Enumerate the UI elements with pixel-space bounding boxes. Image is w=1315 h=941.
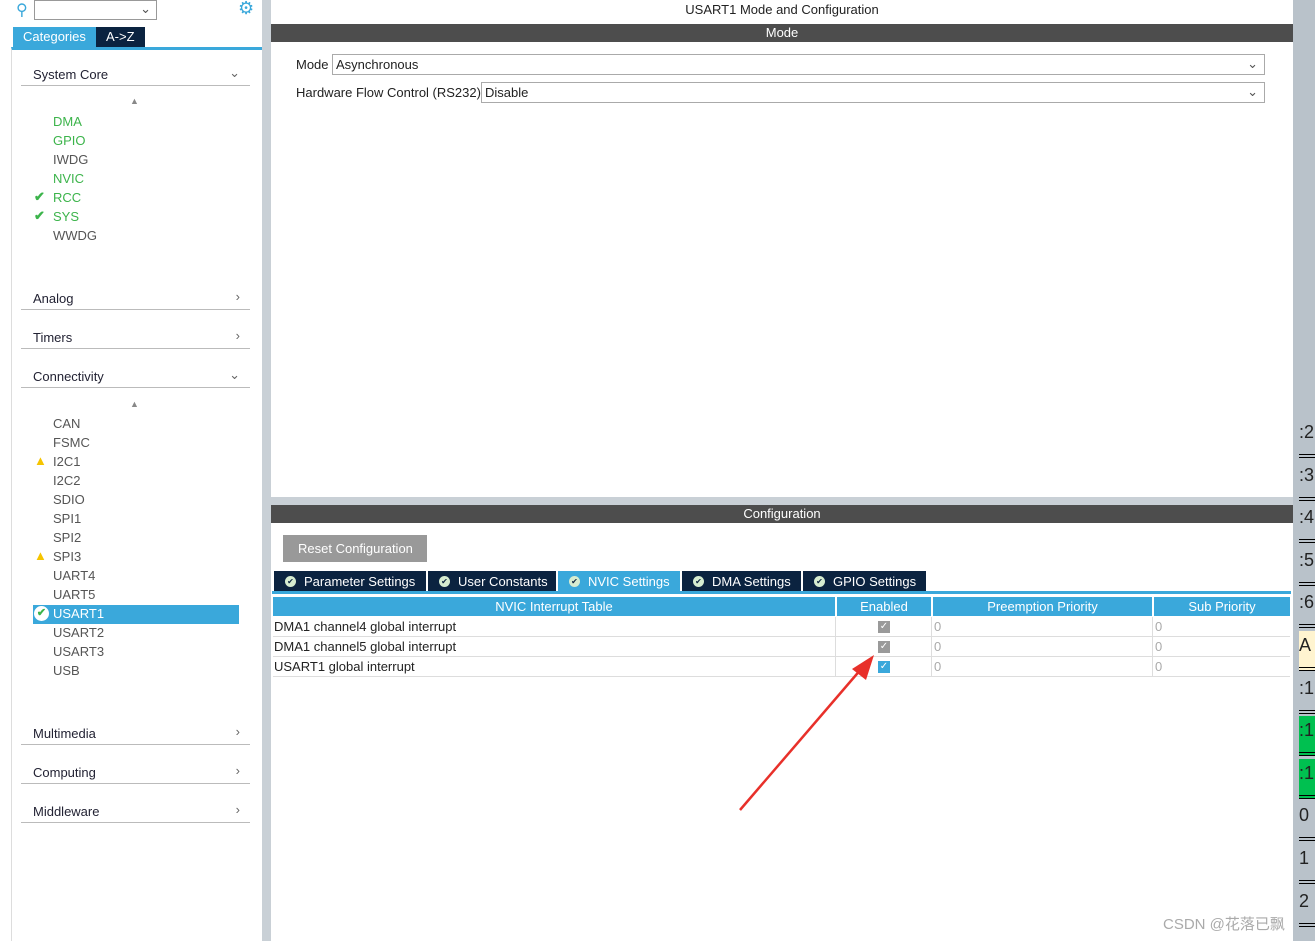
- annotation-arrow: [739, 655, 874, 811]
- pin-label[interactable]: :5: [1299, 546, 1315, 586]
- watermark: CSDN @花落已飘: [1163, 916, 1285, 933]
- pin-label[interactable]: :1: [1299, 758, 1315, 799]
- pin-label[interactable]: 0: [1299, 801, 1315, 842]
- pin-label[interactable]: 2: [1299, 887, 1315, 927]
- pin-label[interactable]: 1: [1299, 844, 1315, 884]
- pin-label[interactable]: :4: [1299, 503, 1315, 544]
- pin-label[interactable]: :1: [1299, 674, 1315, 714]
- pin-label[interactable]: :2: [1299, 418, 1315, 458]
- pin-label[interactable]: :1: [1299, 716, 1315, 757]
- pin-label[interactable]: :3: [1299, 461, 1315, 501]
- pin-label[interactable]: :6: [1299, 588, 1315, 629]
- pin-label[interactable]: A: [1299, 631, 1315, 671]
